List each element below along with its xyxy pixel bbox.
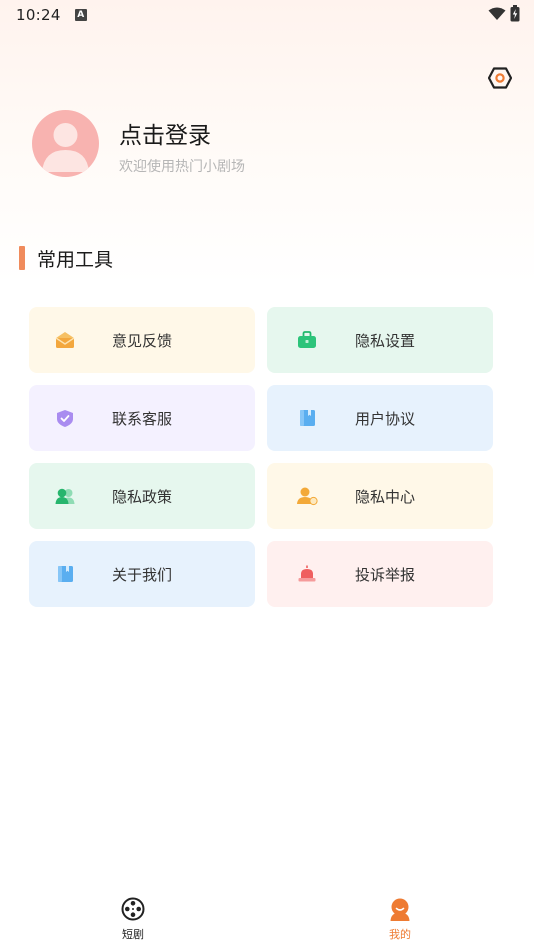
tool-label: 隐私政策 [112, 488, 173, 506]
group-icon [55, 488, 75, 504]
tool-user-agreement[interactable]: 用户协议 [267, 385, 493, 451]
tool-feedback[interactable]: 意见反馈 [29, 307, 255, 373]
tool-customer-service[interactable]: 联系客服 [29, 385, 255, 451]
tool-label: 意见反馈 [112, 332, 173, 350]
avatar[interactable] [32, 110, 99, 177]
tab-short-drama[interactable]: 短剧 [103, 896, 163, 942]
settings-hexagon-icon[interactable] [488, 66, 512, 90]
alarm-icon [298, 565, 316, 582]
section-accent-bar [19, 246, 25, 270]
bottom-tab-bar: 短剧 我的 [0, 890, 534, 950]
section-heading: 常用工具 [19, 245, 113, 271]
tool-about-us[interactable]: 关于我们 [29, 541, 255, 607]
tool-label: 隐私中心 [355, 488, 416, 506]
mail-icon [55, 332, 75, 348]
tool-label: 关于我们 [112, 566, 173, 584]
login-title[interactable]: 点击登录 [119, 116, 211, 150]
section-title: 常用工具 [37, 248, 114, 271]
tool-privacy-center[interactable]: 隐私中心 [267, 463, 493, 529]
book-icon [58, 566, 73, 582]
tool-label: 用户协议 [355, 410, 416, 428]
tool-privacy-policy[interactable]: 隐私政策 [29, 463, 255, 529]
shield-icon [57, 410, 73, 427]
book-icon [300, 410, 315, 426]
film-reel-icon [121, 897, 145, 921]
tool-label: 隐私设置 [355, 332, 416, 350]
tab-label: 我的 [389, 928, 411, 941]
status-icons [488, 5, 520, 22]
tool-label: 投诉举报 [355, 566, 416, 584]
user-icon [297, 487, 318, 506]
tool-label: 联系客服 [112, 410, 173, 428]
briefcase-icon [298, 331, 316, 348]
tab-label: 短剧 [122, 928, 144, 941]
default-avatar-icon [42, 123, 89, 172]
notification-icon: A [74, 9, 87, 21]
profile-icon [390, 898, 410, 921]
status-time: 10:24 [16, 6, 61, 24]
tool-privacy-settings[interactable]: 隐私设置 [267, 307, 493, 373]
profile-login-card[interactable]: 点击登录 欢迎使用热门小剧场 [32, 110, 452, 182]
battery-icon [510, 5, 520, 22]
tool-complaint-report[interactable]: 投诉举报 [267, 541, 493, 607]
login-subtitle: 欢迎使用热门小剧场 [119, 159, 245, 175]
wifi-icon [488, 7, 506, 20]
tab-mine[interactable]: 我的 [370, 896, 430, 942]
status-bar: 10:24 A [0, 0, 534, 30]
